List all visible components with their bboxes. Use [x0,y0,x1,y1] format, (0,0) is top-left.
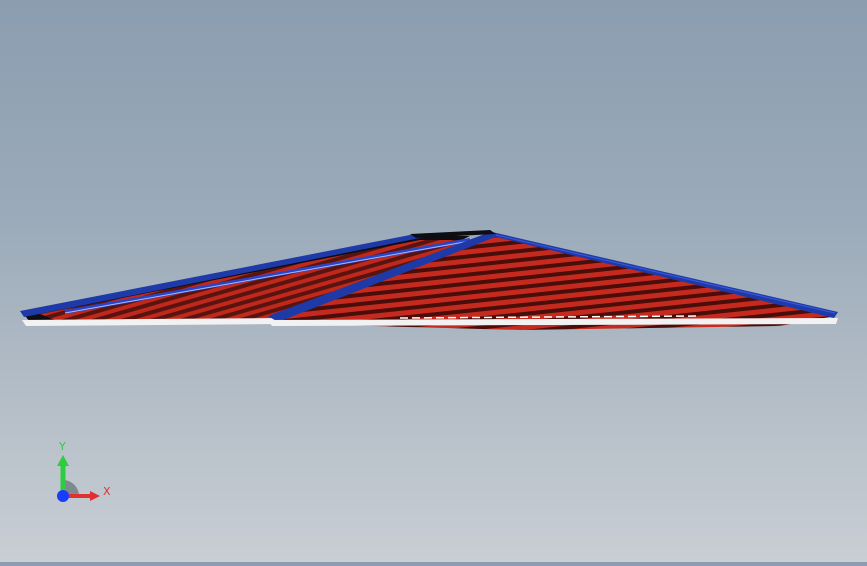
roof-model[interactable] [0,0,867,562]
y-axis-arrowhead [57,455,69,466]
x-axis-arrowhead [90,491,100,501]
z-axis-dot [57,490,69,502]
x-axis-label: X [103,485,111,498]
y-axis-label: Y [59,440,66,453]
coordinate-triad: Y X [40,438,120,508]
graphics-viewport[interactable]: Y X [0,0,867,562]
